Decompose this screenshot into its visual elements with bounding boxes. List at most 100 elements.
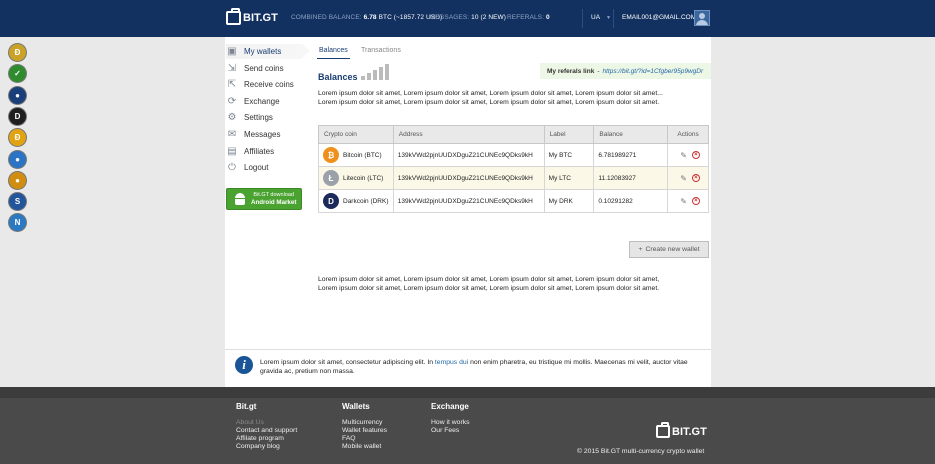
sidebar-item-label: Receive coins xyxy=(244,80,294,90)
sidebar-item-label: Exchange xyxy=(244,96,280,106)
avatar[interactable] xyxy=(694,10,710,26)
rail-coin-icon[interactable]: S xyxy=(9,193,26,211)
sidebar-item-settings[interactable]: ⚙ Settings xyxy=(226,110,302,125)
column-header: Crypto coin xyxy=(318,125,394,144)
wallet-address[interactable]: 139kVWd2pjnUUDXDguZ21CUNEc9QDks9kH xyxy=(392,166,545,190)
column-header: Actions xyxy=(667,125,709,144)
info-link[interactable]: tempus dui xyxy=(435,359,468,366)
footer-link[interactable]: Multicurrency xyxy=(342,419,387,427)
messages-count[interactable]: MESSAGES: 10 (2 NEW) xyxy=(430,14,506,21)
intro-text: Lorem ipsum dolor sit amet, Lorem ipsum … xyxy=(318,90,663,106)
send-icon: ⇲ xyxy=(227,62,237,74)
coin-name: Darkcoin (DRK) xyxy=(343,197,389,205)
plus-icon: + xyxy=(638,246,643,253)
delete-icon[interactable]: × xyxy=(691,174,700,182)
sidebar-item-label: Settings xyxy=(244,113,273,123)
footer-link[interactable]: About Us xyxy=(236,419,297,427)
footer-band xyxy=(0,387,935,398)
rail-coin-icon[interactable]: Ð xyxy=(9,44,26,61)
rail-coin-icon[interactable]: ● xyxy=(9,150,26,168)
rail-coin-icon[interactable]: ● xyxy=(9,86,26,104)
android-icon xyxy=(234,193,246,205)
footer: Bit.gt About Us Contact and support Affi… xyxy=(0,398,935,464)
table-row[interactable]: D Darkcoin (DRK) 139kVWd2pjnUUDXDguZ21CUNE… xyxy=(318,189,709,213)
footer-link[interactable]: Mobile wallet xyxy=(342,443,387,451)
tab-balances[interactable]: Balances xyxy=(317,47,350,59)
chevron-down-icon: ▼ xyxy=(606,15,611,21)
edit-icon[interactable]: ✎ xyxy=(680,151,687,160)
coin-icon: D xyxy=(323,193,339,209)
top-bar: BIT.GT COMBINED BALANCE: 6.78 BTC (~1857… xyxy=(0,0,935,37)
edit-icon[interactable]: ✎ xyxy=(680,174,687,183)
rail-coin-icon[interactable]: ● xyxy=(9,171,26,189)
sidebar-item-label: Logout xyxy=(244,163,269,173)
sidebar-item-receive-coins[interactable]: ⇱ Receive coins xyxy=(226,77,302,92)
sidebar-item-my-wallets[interactable]: ▣ My wallets xyxy=(226,44,310,59)
exchange-icon: ⟳ xyxy=(227,95,237,107)
gear-icon: ⚙ xyxy=(227,112,237,124)
referals-count[interactable]: REFERALS: 0 xyxy=(507,14,550,21)
sidebar-item-exchange[interactable]: ⟳ Exchange xyxy=(226,94,302,109)
combined-balance: COMBINED BALANCE: 6.78 BTC (~1857.72 USD… xyxy=(291,14,443,21)
footer-link[interactable]: How it works xyxy=(431,419,470,427)
footer-link[interactable]: Affilate program xyxy=(236,435,297,443)
info-text: Lorem ipsum dolor sit amet, consectetur … xyxy=(260,359,688,375)
coin-icon: Ł xyxy=(323,170,339,186)
delete-icon[interactable]: × xyxy=(691,151,700,159)
delete-icon[interactable]: × xyxy=(691,197,700,205)
header-divider xyxy=(613,9,614,28)
sidebar-item-affiliates[interactable]: ▤ Affiliates xyxy=(226,144,302,159)
footer-link[interactable]: Wallet features xyxy=(342,427,387,435)
wallet-label: My LTC xyxy=(543,166,595,190)
sidebar-item-messages[interactable]: ✉ Messages xyxy=(226,127,302,142)
table-row[interactable]: Ł Litecoin (LTC) 139kVWd2pjnUUDXDguZ21CUNE… xyxy=(318,166,709,190)
footer-link[interactable]: Contact and support xyxy=(236,427,297,435)
coin-icon: ₿ xyxy=(323,147,339,163)
wallet-label: My BTC xyxy=(543,143,595,167)
brand-logo[interactable]: BIT.GT xyxy=(226,7,278,26)
column-header: Label xyxy=(543,125,595,144)
column-header: Address xyxy=(392,125,545,144)
sidebar-item-label: My wallets xyxy=(244,47,282,56)
rail-coin-icon[interactable]: ✓ xyxy=(9,65,26,83)
footer-link[interactable]: Our Fees xyxy=(431,427,470,435)
brand-name: BIT.GT xyxy=(243,11,278,24)
footer-link[interactable]: FAQ xyxy=(342,435,387,443)
wallet-address[interactable]: 139kVWd2pjnUUDXDguZ21CUNEc9QDks9kH xyxy=(392,189,545,213)
sidebar-item-send-coins[interactable]: ⇲ Send coins xyxy=(226,61,302,76)
user-email[interactable]: EMAIL001@GMAIL.COM xyxy=(622,14,696,21)
sidebar-item-label: Messages xyxy=(244,130,281,139)
wallet-balance: 6.781989271 xyxy=(593,143,669,167)
bar-chart-icon xyxy=(361,64,389,80)
referal-link[interactable]: https://bit.gt/?id=1Cfgber95p9wgDr xyxy=(603,68,704,75)
footer-link[interactable]: Company blog xyxy=(236,443,297,451)
rail-coin-icon[interactable]: N xyxy=(9,214,26,232)
sidebar-item-label: Send coins xyxy=(244,63,284,73)
column-header: Balance xyxy=(593,125,669,144)
android-download-button[interactable]: Bit.GT download Android Market xyxy=(226,188,302,210)
edit-icon[interactable]: ✎ xyxy=(680,197,687,206)
rail-coin-icon[interactable]: Ð xyxy=(9,129,26,147)
footer-logo[interactable]: BIT.GT xyxy=(656,422,707,438)
wallet-balance: 0.10291282 xyxy=(593,189,669,213)
wallet-logo-icon xyxy=(226,7,241,25)
divider xyxy=(225,349,711,350)
sidebar-item-logout[interactable]: ⏻ Logout xyxy=(226,160,302,175)
referal-link-box: My referals link - https://bit.gt/?id=1C… xyxy=(540,63,711,79)
wallets-table: Crypto coin Address Label Balance Action… xyxy=(318,125,709,213)
wallet-address[interactable]: 139kVWd2pjnUUDXDguZ21CUNEc9QDks9kH xyxy=(392,143,545,167)
bottom-text: Lorem ipsum dolor sit amet, Lorem ipsum … xyxy=(318,276,660,292)
footer-column-wallets: Wallets Multicurrency Wallet features FA… xyxy=(342,402,388,451)
tab-transactions[interactable]: Transactions xyxy=(361,47,401,54)
copyright: © 2015 Bit.GT multi-currency crypto wall… xyxy=(577,448,705,455)
rail-coin-icon[interactable]: D xyxy=(9,107,26,125)
header-divider xyxy=(582,9,583,28)
affiliates-icon: ▤ xyxy=(227,145,237,157)
table-row[interactable]: ₿ Bitcoin (BTC) 139kVWd2pjnUUDXDguZ21CUNEc… xyxy=(318,143,709,167)
footer-column-exchange: Exchange How it works Our Fees xyxy=(431,402,470,435)
info-icon: i xyxy=(235,356,253,374)
language-selector[interactable]: UA ▼ xyxy=(591,14,611,21)
tab-bar: Balances Transactions xyxy=(317,44,710,59)
wallet-balance: 11.12083927 xyxy=(593,166,669,190)
create-wallet-button[interactable]: + Create new wallet xyxy=(629,241,709,258)
